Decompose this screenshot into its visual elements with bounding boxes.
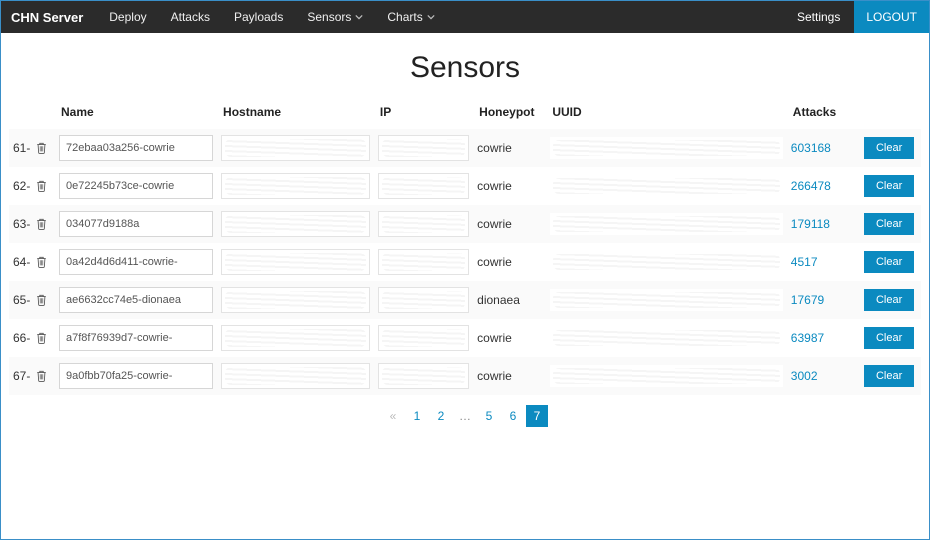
logout-button[interactable]: LOGOUT: [854, 1, 929, 33]
col-name: Name: [55, 99, 217, 129]
ip-input[interactable]: [378, 249, 469, 275]
uuid-cell: [550, 289, 782, 311]
pager-prev[interactable]: «: [382, 405, 404, 427]
pager-page-2[interactable]: 2: [430, 405, 452, 427]
trash-icon[interactable]: [36, 180, 47, 192]
clear-button[interactable]: Clear: [864, 289, 914, 311]
trash-icon[interactable]: [36, 218, 47, 230]
nav-item-sensors[interactable]: Sensors: [295, 1, 375, 33]
hostname-input[interactable]: [221, 363, 370, 389]
ip-input[interactable]: [378, 173, 469, 199]
table-row: 61- cowrie 603168 Clear: [9, 129, 921, 167]
hostname-input[interactable]: [221, 135, 370, 161]
name-input[interactable]: [59, 173, 213, 199]
chevron-down-icon: [427, 13, 435, 21]
attacks-link[interactable]: 4517: [791, 255, 818, 269]
attacks-link[interactable]: 63987: [791, 331, 824, 345]
trash-icon[interactable]: [36, 332, 47, 344]
sensors-table: Name Hostname IP Honeypot UUID Attacks 6…: [9, 99, 921, 395]
honeypot-cell: dionaea: [473, 281, 546, 319]
col-honeypot: Honeypot: [473, 99, 546, 129]
attacks-link[interactable]: 603168: [791, 141, 831, 155]
attacks-link[interactable]: 3002: [791, 369, 818, 383]
name-input[interactable]: [59, 249, 213, 275]
name-input[interactable]: [59, 325, 213, 351]
row-index: 66-: [9, 319, 55, 357]
row-index: 64-: [9, 243, 55, 281]
hostname-input[interactable]: [221, 211, 370, 237]
trash-icon[interactable]: [36, 256, 47, 268]
row-index: 63-: [9, 205, 55, 243]
hostname-input[interactable]: [221, 173, 370, 199]
clear-button[interactable]: Clear: [864, 213, 914, 235]
honeypot-cell: cowrie: [473, 357, 546, 395]
clear-button[interactable]: Clear: [864, 137, 914, 159]
ip-input[interactable]: [378, 211, 469, 237]
ip-input[interactable]: [378, 135, 469, 161]
name-input[interactable]: [59, 287, 213, 313]
attacks-link[interactable]: 179118: [791, 217, 830, 231]
col-hostname: Hostname: [217, 99, 374, 129]
pager-page-5[interactable]: 5: [478, 405, 500, 427]
table-row: 63- cowrie 179118 Clear: [9, 205, 921, 243]
brand: CHN Server: [1, 10, 97, 25]
table-row: 64- cowrie 4517 Clear: [9, 243, 921, 281]
pagination: «12…567: [9, 405, 921, 427]
trash-icon[interactable]: [36, 142, 47, 154]
honeypot-cell: cowrie: [473, 167, 546, 205]
ip-input[interactable]: [378, 325, 469, 351]
attacks-link[interactable]: 17679: [791, 293, 824, 307]
name-input[interactable]: [59, 363, 213, 389]
clear-button[interactable]: Clear: [864, 327, 914, 349]
hostname-input[interactable]: [221, 249, 370, 275]
navbar: CHN Server DeployAttacksPayloadsSensorsC…: [1, 1, 929, 33]
col-uuid: UUID: [546, 99, 786, 129]
clear-button[interactable]: Clear: [864, 175, 914, 197]
nav-settings[interactable]: Settings: [783, 10, 854, 24]
pager-page-6[interactable]: 6: [502, 405, 524, 427]
nav-item-attacks[interactable]: Attacks: [159, 1, 222, 33]
honeypot-cell: cowrie: [473, 205, 546, 243]
trash-icon[interactable]: [36, 370, 47, 382]
col-attacks: Attacks: [787, 99, 860, 129]
page-title: Sensors: [9, 51, 921, 85]
uuid-cell: [550, 327, 782, 349]
name-input[interactable]: [59, 211, 213, 237]
uuid-cell: [550, 175, 782, 197]
pager-page-7[interactable]: 7: [526, 405, 548, 427]
nav-item-payloads[interactable]: Payloads: [222, 1, 295, 33]
chevron-down-icon: [355, 13, 363, 21]
trash-icon[interactable]: [36, 294, 47, 306]
nav-item-deploy[interactable]: Deploy: [97, 1, 158, 33]
honeypot-cell: cowrie: [473, 243, 546, 281]
attacks-link[interactable]: 266478: [791, 179, 831, 193]
ip-input[interactable]: [378, 363, 469, 389]
uuid-cell: [550, 137, 782, 159]
row-index: 61-: [9, 129, 55, 167]
uuid-cell: [550, 251, 782, 273]
row-index: 65-: [9, 281, 55, 319]
nav-item-charts[interactable]: Charts: [375, 1, 446, 33]
row-index: 67-: [9, 357, 55, 395]
table-row: 62- cowrie 266478 Clear: [9, 167, 921, 205]
ip-input[interactable]: [378, 287, 469, 313]
table-row: 65- dionaea 17679 Clear: [9, 281, 921, 319]
honeypot-cell: cowrie: [473, 129, 546, 167]
hostname-input[interactable]: [221, 325, 370, 351]
table-header-row: Name Hostname IP Honeypot UUID Attacks: [9, 99, 921, 129]
row-index: 62-: [9, 167, 55, 205]
name-input[interactable]: [59, 135, 213, 161]
clear-button[interactable]: Clear: [864, 365, 914, 387]
col-ip: IP: [374, 99, 473, 129]
pager-ellipsis: …: [454, 405, 476, 427]
uuid-cell: [550, 213, 782, 235]
table-row: 67- cowrie 3002 Clear: [9, 357, 921, 395]
table-row: 66- cowrie 63987 Clear: [9, 319, 921, 357]
clear-button[interactable]: Clear: [864, 251, 914, 273]
uuid-cell: [550, 365, 782, 387]
pager-page-1[interactable]: 1: [406, 405, 428, 427]
honeypot-cell: cowrie: [473, 319, 546, 357]
hostname-input[interactable]: [221, 287, 370, 313]
